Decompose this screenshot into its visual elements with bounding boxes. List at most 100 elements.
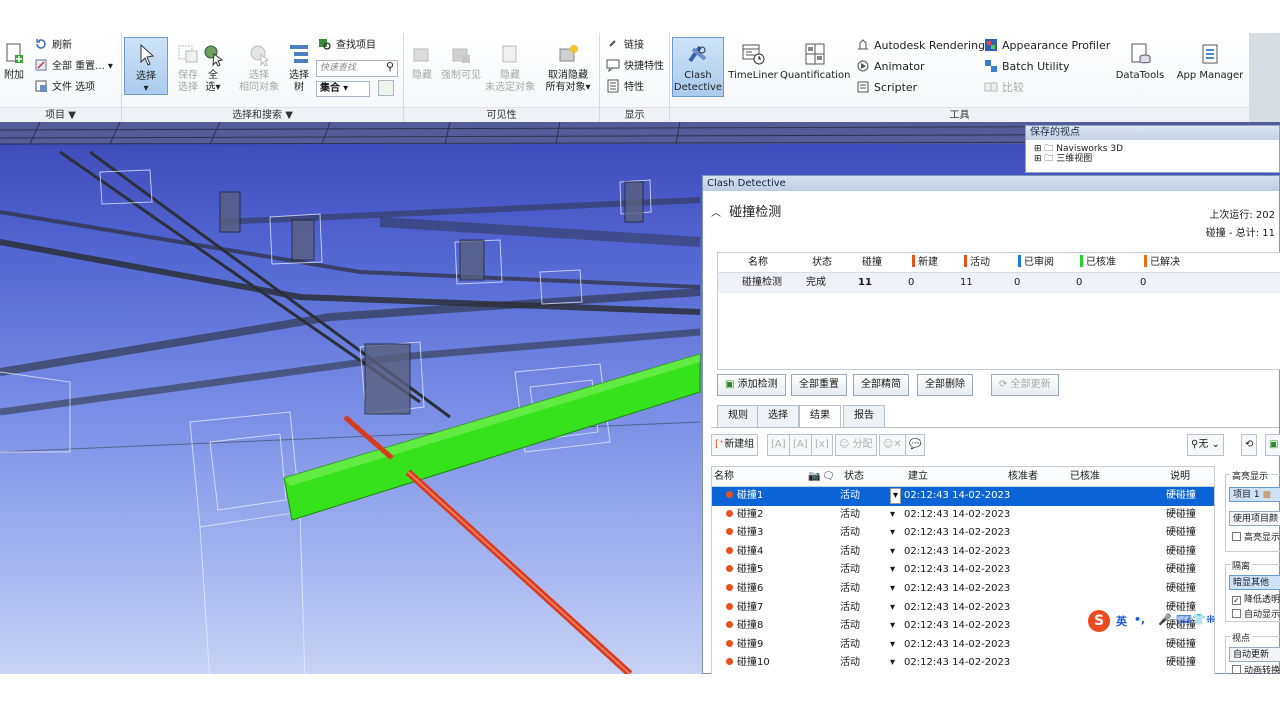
use-item-colors-button[interactable]: 使用项目颜 [1229, 511, 1280, 526]
keyboard-icon[interactable]: ⌨ [1176, 613, 1192, 626]
col-clashes[interactable]: 碰撞 [862, 253, 882, 273]
results-col-approved-by[interactable]: 核准者 [1008, 467, 1038, 487]
ime-punctuation-toggle[interactable]: •, [1134, 613, 1145, 626]
ribbon-group-label-project[interactable]: 项目 ▼ [0, 107, 121, 122]
ribbon-group-label-select-search[interactable]: 选择和搜索 ▼ [122, 107, 403, 122]
group-clashes-icon[interactable]: [A] [767, 434, 790, 456]
item1-toggle[interactable]: 项目 1 ■ [1229, 487, 1280, 502]
status-dropdown-arrow-icon[interactable]: ▾ [890, 580, 895, 598]
clash-result-status[interactable]: 活动 [840, 561, 860, 579]
ungroup-icon[interactable]: [A] [789, 434, 812, 456]
clash-detective-button[interactable]: Clash Detective [672, 37, 724, 97]
col-resolved[interactable]: 已解决 [1144, 253, 1180, 273]
compare-button[interactable]: 比较 [984, 79, 1024, 97]
file-options-button[interactable]: 文件 选项 [34, 79, 95, 97]
status-dropdown-arrow-icon[interactable]: ▾ [890, 524, 895, 542]
status-dropdown-arrow-icon[interactable]: ▾ [890, 506, 895, 524]
appearance-profiler-button[interactable]: Appearance Profiler [984, 37, 1110, 55]
clash-result-status[interactable]: 活动 [840, 543, 860, 561]
clash-result-status[interactable]: 活动 [840, 580, 860, 598]
add-clash-icon[interactable]: ▣ [1265, 434, 1280, 456]
collapse-chevron-icon[interactable]: ︿ [711, 208, 721, 219]
clash-result-status[interactable]: 活动 [840, 654, 860, 672]
comment-column-icon[interactable]: 🗨 [822, 467, 835, 487]
status-dropdown-arrow-icon[interactable]: ▾ [890, 617, 895, 635]
reduce-transparency-checkbox[interactable]: ✓ 降低透明 [1229, 593, 1280, 608]
viewpoint-node-3d-view[interactable]: ⊞ 🗀 三维视图 [1026, 154, 1279, 164]
select-all-button[interactable]: 全选▾ [198, 41, 228, 94]
autodesk-rendering-button[interactable]: Autodesk Rendering [856, 37, 985, 55]
app-manager-button[interactable]: App Manager [1174, 41, 1246, 82]
tab-report[interactable]: 报告 [843, 405, 885, 427]
require-button[interactable]: 强制可见 [438, 41, 484, 82]
skin-icon[interactable]: 👕 [1192, 613, 1206, 626]
tab-select[interactable]: 选择 [757, 405, 799, 427]
tab-rules[interactable]: 规则 [717, 405, 759, 427]
find-items-button[interactable]: 查找项目 [318, 37, 376, 55]
col-new[interactable]: 新建 [912, 253, 938, 273]
status-dropdown-arrow-icon[interactable]: ▾ [890, 543, 895, 561]
scripter-button[interactable]: Scripter [856, 79, 917, 97]
auto-update-dropdown[interactable]: 自动更新 [1229, 647, 1280, 662]
microphone-icon[interactable]: 🎤 [1158, 613, 1172, 626]
clash-result-row[interactable]: 碰撞2 活动 ▾ 02:12:43 14-02-2023 硬碰撞 [712, 506, 1214, 525]
assign-button[interactable]: ☺ 分配 [835, 434, 877, 456]
results-col-status[interactable]: 状态 [844, 467, 864, 487]
datatools-button[interactable]: DataTools [1110, 41, 1170, 82]
reset-all-tests-button[interactable]: 全部重置 [791, 374, 847, 396]
sets-dropdown[interactable]: 集合 ▾ [316, 81, 370, 97]
quantification-button[interactable]: Quantification [780, 41, 850, 82]
update-all-button[interactable]: ⟳ 全部更新 [991, 374, 1059, 396]
select-tree-button[interactable]: 选择树 [284, 41, 314, 94]
toolbox-icon[interactable]: ⁜ [1206, 613, 1215, 626]
clash-result-row[interactable]: 碰撞1 活动 ▾ 02:12:43 14-02-2023 硬碰撞 [712, 487, 1214, 506]
timeliner-button[interactable]: TimeLiner [726, 41, 780, 82]
auto-reveal-checkbox[interactable]: 自动显示 [1229, 608, 1280, 623]
status-dropdown-arrow-icon[interactable]: ▾ [890, 636, 895, 654]
status-dropdown-arrow-icon[interactable]: ▾ [890, 599, 895, 617]
results-col-found[interactable]: 建立 [908, 467, 928, 487]
explode-group-icon[interactable]: [x] [811, 434, 833, 456]
results-col-description[interactable]: 说明 [1170, 467, 1190, 487]
sogou-logo-icon[interactable]: S [1088, 610, 1110, 632]
reset-all-button[interactable]: 全部 重置... ▾ [34, 58, 113, 76]
quick-properties-button[interactable]: 快捷特性 [606, 58, 664, 76]
refresh-button[interactable]: 刷新 [34, 37, 72, 55]
clash-result-row[interactable]: 碰撞9 活动 ▾ 02:12:43 14-02-2023 硬碰撞 [712, 636, 1214, 655]
results-col-name[interactable]: 名称 [714, 467, 734, 487]
select-same-button[interactable]: 选择 相同对象 [234, 41, 284, 94]
results-col-approved[interactable]: 已核准 [1070, 467, 1100, 487]
hide-unselected-button[interactable]: 隐藏 未选定对象 [484, 41, 536, 94]
compact-all-button[interactable]: 全部精简 [853, 374, 909, 396]
viewpoint-column-icon[interactable]: 📷 [808, 467, 820, 487]
clash-result-row[interactable]: 碰撞3 活动 ▾ 02:12:43 14-02-2023 硬碰撞 [712, 524, 1214, 543]
clash-result-status[interactable]: 活动 [840, 487, 860, 505]
dim-others-button[interactable]: 暗显其他 [1229, 575, 1280, 590]
delete-all-button[interactable]: 全部删除 [917, 374, 973, 396]
clash-result-status[interactable]: 活动 [840, 617, 860, 635]
clash-section-header[interactable]: ︿ 碰撞检测 [711, 201, 781, 220]
clash-result-row[interactable]: 碰撞6 活动 ▾ 02:12:43 14-02-2023 硬碰撞 [712, 580, 1214, 599]
clash-result-status[interactable]: 活动 [840, 599, 860, 617]
unhide-all-button[interactable]: 取消隐藏 所有对象▾ [542, 41, 594, 94]
batch-utility-button[interactable]: Batch Utility [984, 58, 1069, 76]
animator-button[interactable]: Animator [856, 58, 925, 76]
add-comment-icon[interactable]: 💬 [905, 434, 926, 456]
status-dropdown-arrow-icon[interactable]: ▾ [890, 654, 895, 672]
animate-transitions-checkbox[interactable]: 动画转换 [1229, 664, 1280, 674]
tab-results[interactable]: 结果 [799, 405, 841, 428]
clash-test-row[interactable]: 碰撞检测 完成 11 0 11 0 0 0 [718, 273, 1280, 293]
select-button[interactable]: 选择 ▾ [124, 37, 168, 95]
clash-result-row[interactable]: 碰撞4 活动 ▾ 02:12:43 14-02-2023 硬碰撞 [712, 543, 1214, 562]
clash-result-row[interactable]: 碰撞10 活动 ▾ 02:12:43 14-02-2023 硬碰撞 [712, 654, 1214, 673]
ime-language-toggle[interactable]: 英 [1116, 613, 1127, 629]
status-dropdown-arrow-icon[interactable]: ▾ [890, 561, 895, 579]
col-status[interactable]: 状态 [812, 253, 832, 273]
unassign-icon[interactable]: ☺✕ [879, 434, 906, 456]
append-button[interactable]: 附加 [0, 41, 36, 82]
red-pipe-upper[interactable] [343, 415, 394, 460]
add-test-button[interactable]: ▣ 添加检测 [717, 374, 786, 396]
clash-result-status[interactable]: 活动 [840, 506, 860, 524]
reset-view-icon[interactable]: ⟲ [1241, 434, 1258, 456]
clash-result-status[interactable]: 活动 [840, 636, 860, 654]
